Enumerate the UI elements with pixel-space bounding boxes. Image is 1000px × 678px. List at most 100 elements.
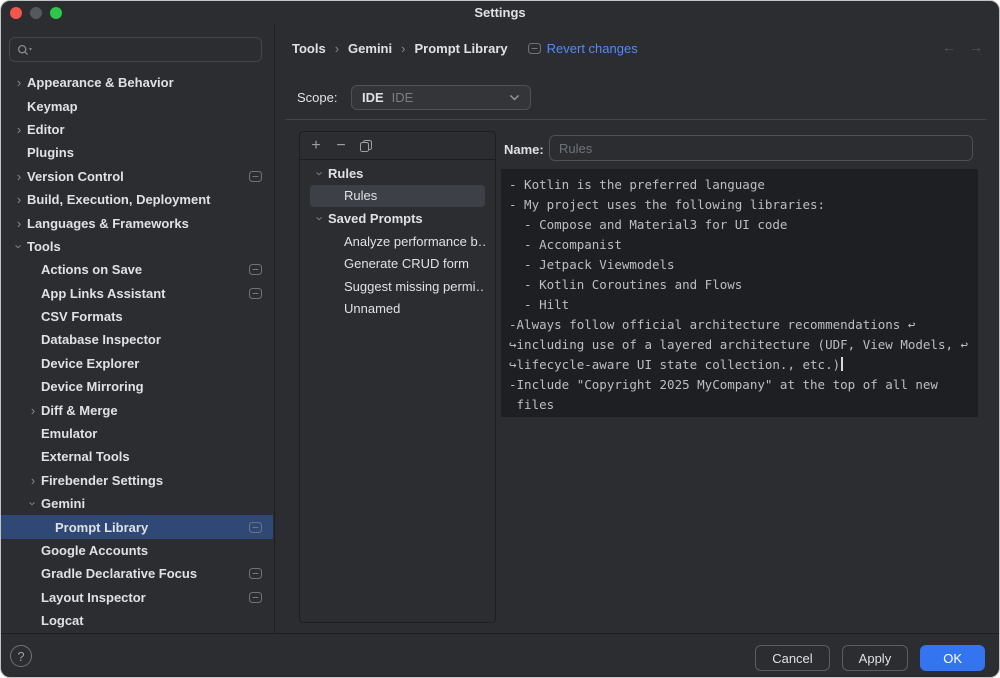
sidebar-item-build-execution-deployment[interactable]: ›Build, Execution, Deployment xyxy=(1,188,273,211)
sidebar-item-app-links-assistant[interactable]: App Links Assistant xyxy=(1,282,273,305)
prompt-item-generate-crud-form[interactable]: Generate CRUD form xyxy=(310,252,485,275)
history-nav: ← → xyxy=(942,39,983,55)
help-button[interactable]: ? xyxy=(10,645,32,667)
prompt-item-label: Analyze performance b… xyxy=(344,234,485,249)
sidebar: ›Appearance & BehaviorKeymap›EditorPlugi… xyxy=(1,24,275,633)
sidebar-item-plugins[interactable]: Plugins xyxy=(1,141,273,164)
prompt-item-unnamed[interactable]: Unnamed xyxy=(310,298,485,321)
back-arrow-icon[interactable]: ← xyxy=(942,39,956,55)
scope-dropdown[interactable]: IDE IDE xyxy=(351,85,531,110)
search-input[interactable] xyxy=(38,41,254,58)
chevron-right-icon[interactable]: › xyxy=(25,474,41,487)
sidebar-item-gradle-declarative-focus[interactable]: Gradle Declarative Focus xyxy=(1,562,273,585)
chevron-right-icon[interactable]: › xyxy=(11,170,27,183)
chevron-right-icon[interactable]: › xyxy=(25,404,41,417)
prompt-item-label: Suggest missing permi… xyxy=(344,279,485,294)
breadcrumb-gemini[interactable]: Gemini xyxy=(348,41,392,56)
chevron-down-icon[interactable]: › xyxy=(27,496,40,512)
editor-line: ↪lifecycle-aware UI state collection., e… xyxy=(509,355,976,375)
chevron-right-icon[interactable]: › xyxy=(11,217,27,230)
editor-line: - Kotlin Coroutines and Flows xyxy=(509,275,976,295)
search-box[interactable] xyxy=(9,37,262,62)
sidebar-item-version-control[interactable]: ›Version Control xyxy=(1,165,273,188)
sidebar-item-database-inspector[interactable]: Database Inspector xyxy=(1,328,273,351)
chevron-down-icon[interactable]: › xyxy=(13,238,26,254)
sidebar-item-label: Version Control xyxy=(27,169,124,184)
prompt-item-analyze-performance-b[interactable]: Analyze performance b… xyxy=(310,230,485,253)
sidebar-item-tools[interactable]: ›Tools xyxy=(1,235,273,258)
prompt-list-panel: + − ›Rules Rules ›Saved Prompts Analyze per… xyxy=(299,131,496,623)
ok-button[interactable]: OK xyxy=(920,645,985,671)
editor-line: - Jetpack Viewmodels xyxy=(509,255,976,275)
apply-button[interactable]: Apply xyxy=(842,645,909,671)
sidebar-item-prompt-library[interactable]: Prompt Library xyxy=(1,515,273,538)
add-button[interactable]: + xyxy=(305,136,327,156)
ide-level-icon xyxy=(249,568,262,579)
sidebar-item-keymap[interactable]: Keymap xyxy=(1,94,273,117)
prompt-editor[interactable]: - Kotlin is the preferred language- My p… xyxy=(501,169,978,417)
chevron-right-icon[interactable]: › xyxy=(11,193,27,206)
sidebar-item-layout-inspector[interactable]: Layout Inspector xyxy=(1,586,273,609)
sidebar-item-label: Actions on Save xyxy=(41,262,142,277)
sidebar-item-label: Device Mirroring xyxy=(41,379,144,394)
chevron-right-icon[interactable]: › xyxy=(11,76,27,89)
sidebar-item-appearance-behavior[interactable]: ›Appearance & Behavior xyxy=(1,71,273,94)
chevron-down-icon[interactable]: › xyxy=(314,165,327,181)
sidebar-item-label: Gemini xyxy=(41,496,85,511)
sidebar-item-actions-on-save[interactable]: Actions on Save xyxy=(1,258,273,281)
titlebar: Settings xyxy=(1,1,999,24)
chevron-right-icon[interactable]: › xyxy=(11,123,27,136)
breadcrumb-separator-icon: › xyxy=(335,41,339,56)
sidebar-item-device-mirroring[interactable]: Device Mirroring xyxy=(1,375,273,398)
prompt-item-label: Rules xyxy=(344,188,377,203)
name-input[interactable] xyxy=(549,135,973,161)
prompt-group-saved-prompts[interactable]: ›Saved Prompts xyxy=(310,207,485,230)
breadcrumb-tools[interactable]: Tools xyxy=(292,41,326,56)
editor-line: - Compose and Material3 for UI code xyxy=(509,215,976,235)
sidebar-item-label: Appearance & Behavior xyxy=(27,75,174,90)
prompt-group-rules[interactable]: ›Rules xyxy=(310,162,485,185)
ide-level-icon xyxy=(249,592,262,603)
scope-value: IDE xyxy=(362,90,384,105)
sidebar-item-diff-merge[interactable]: ›Diff & Merge xyxy=(1,398,273,421)
sidebar-item-label: Prompt Library xyxy=(55,520,148,535)
duplicate-button[interactable] xyxy=(355,136,377,156)
prompt-item-label: Unnamed xyxy=(344,301,400,316)
sidebar-item-label: Plugins xyxy=(27,145,74,160)
sidebar-item-languages-frameworks[interactable]: ›Languages & Frameworks xyxy=(1,211,273,234)
sidebar-item-emulator[interactable]: Emulator xyxy=(1,422,273,445)
sidebar-item-csv-formats[interactable]: CSV Formats xyxy=(1,305,273,328)
ide-level-icon xyxy=(249,171,262,182)
prompt-item-rules[interactable]: Rules xyxy=(310,185,485,208)
sidebar-item-label: Tools xyxy=(27,239,61,254)
editor-line: -Always follow official architecture rec… xyxy=(509,315,976,335)
sidebar-item-device-explorer[interactable]: Device Explorer xyxy=(1,352,273,375)
forward-arrow-icon[interactable]: → xyxy=(969,39,983,55)
sidebar-item-gemini[interactable]: ›Gemini xyxy=(1,492,273,515)
text-caret xyxy=(841,357,843,371)
sidebar-item-google-accounts[interactable]: Google Accounts xyxy=(1,539,273,562)
copy-icon xyxy=(359,139,373,153)
sidebar-item-label: Firebender Settings xyxy=(41,473,163,488)
editor-line: - Accompanist xyxy=(509,235,976,255)
revert-changes-link[interactable]: Revert changes xyxy=(528,41,638,56)
settings-window: Settings ›Appearance & BehaviorKeymap›Ed… xyxy=(0,0,1000,678)
sidebar-item-firebender-settings[interactable]: ›Firebender Settings xyxy=(1,469,273,492)
window-title: Settings xyxy=(1,5,999,20)
sidebar-item-external-tools[interactable]: External Tools xyxy=(1,445,273,468)
cancel-button[interactable]: Cancel xyxy=(755,645,829,671)
sidebar-item-label: Logcat xyxy=(41,613,84,628)
sidebar-item-label: App Links Assistant xyxy=(41,286,165,301)
prompt-item-suggest-missing-permi[interactable]: Suggest missing permi… xyxy=(310,275,485,298)
editor-line: files xyxy=(509,395,976,415)
chevron-down-icon[interactable]: › xyxy=(314,210,327,226)
scope-label: Scope: xyxy=(297,90,337,105)
sidebar-item-label: Editor xyxy=(27,122,65,137)
remove-button[interactable]: − xyxy=(330,136,352,156)
sidebar-item-editor[interactable]: ›Editor xyxy=(1,118,273,141)
chevron-down-icon xyxy=(509,94,520,101)
revert-icon xyxy=(528,43,541,54)
sidebar-item-label: CSV Formats xyxy=(41,309,123,324)
editor-line: - Hilt xyxy=(509,295,976,315)
sidebar-item-logcat[interactable]: Logcat xyxy=(1,609,273,632)
